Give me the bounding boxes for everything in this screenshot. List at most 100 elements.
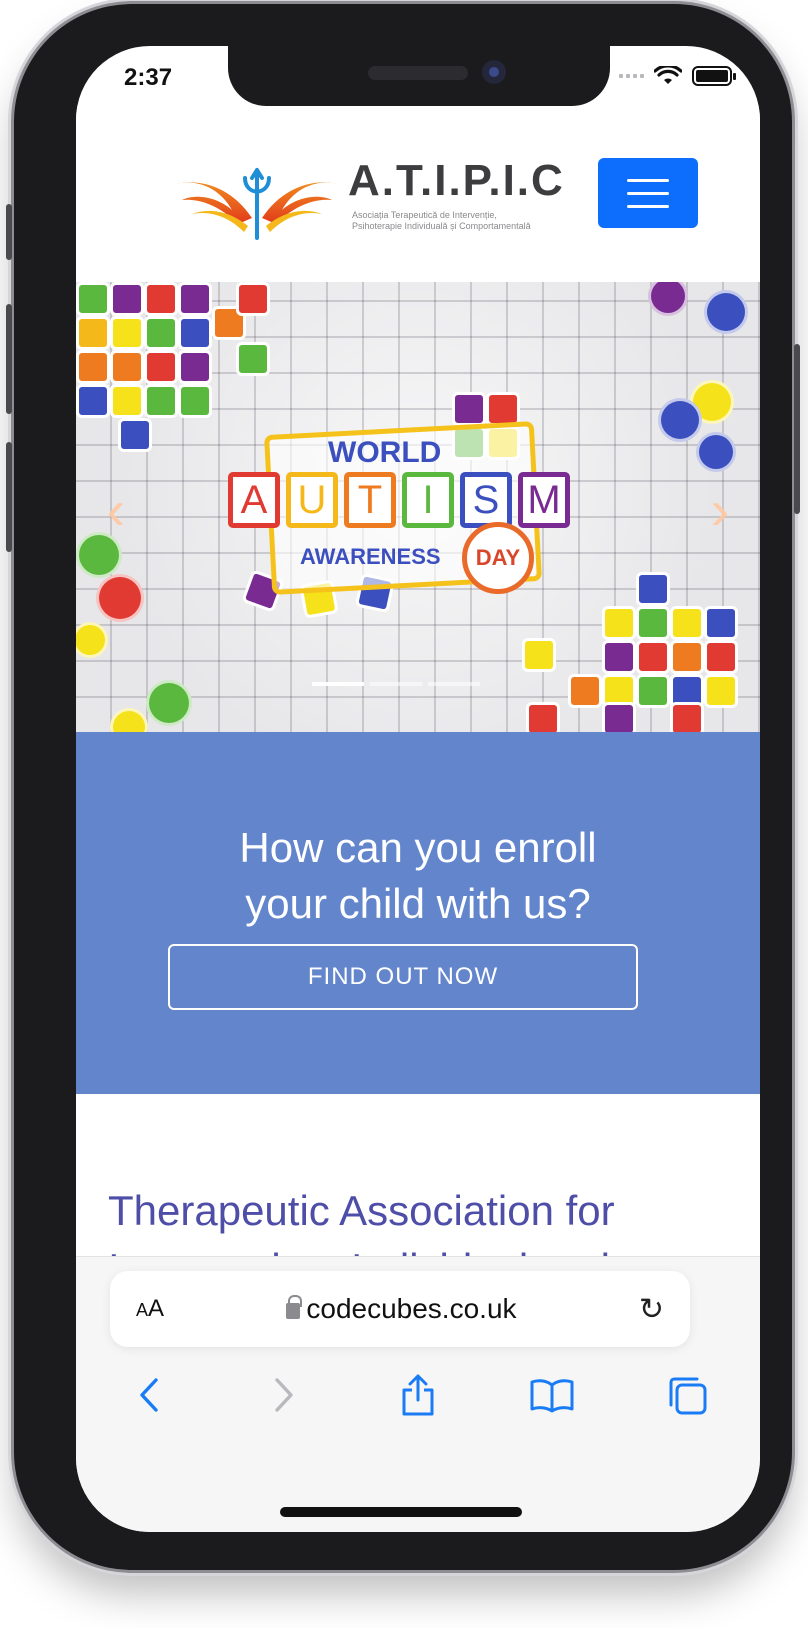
share-button[interactable] [388, 1365, 448, 1425]
puzzle-piece [144, 282, 178, 316]
letter-block: A [228, 472, 280, 528]
chevron-left-icon: ‹ [106, 477, 126, 541]
puzzle-piece [636, 606, 670, 640]
url-text: codecubes.co.uk [306, 1293, 517, 1324]
share-icon [402, 1374, 434, 1416]
puzzle-piece [452, 392, 486, 426]
puzzle-piece [110, 384, 144, 418]
book-icon [530, 1379, 574, 1413]
browser-bottom-bar: AA codecubes.co.uk ↻ [76, 1256, 760, 1532]
hero-carousel: WORLD A U T I S M AWARENESS DAY ‹ › [76, 282, 760, 732]
puzzle-piece [704, 674, 738, 708]
wifi-icon [654, 66, 682, 84]
status-icons [619, 66, 736, 86]
puzzle-piece [178, 384, 212, 418]
volume-down-button [6, 442, 12, 552]
phone-frame: 2:37 A.T.I.P.I.C Asociația Terapeutică d… [6, 4, 800, 1570]
mute-switch [6, 204, 12, 260]
letter-block: I [402, 472, 454, 528]
puzzle-piece [486, 392, 520, 426]
puzzle-piece [636, 674, 670, 708]
puzzle-piece [118, 418, 152, 452]
phoenix-logo-icon [176, 168, 338, 240]
carousel-indicators [312, 682, 480, 686]
puzzle-piece [178, 350, 212, 384]
decorative-button [696, 432, 736, 472]
browser-toolbar [76, 1365, 760, 1425]
logo-title: A.T.I.P.I.C [348, 156, 565, 205]
hero-awareness-text: AWARENESS [300, 544, 441, 569]
back-button[interactable] [119, 1365, 179, 1425]
hamburger-icon-line [627, 204, 669, 208]
puzzle-piece [110, 282, 144, 316]
puzzle-piece [76, 316, 110, 350]
lock-icon [286, 1295, 303, 1319]
puzzle-piece [110, 316, 144, 350]
puzzle-piece [76, 384, 110, 418]
chevron-left-icon [140, 1378, 158, 1412]
carousel-indicator[interactable] [312, 682, 364, 686]
power-button [794, 344, 800, 514]
decorative-button [704, 290, 748, 334]
hero-world-text: WORLD [328, 436, 442, 469]
text-size-small-a: A [136, 1300, 149, 1320]
screen: 2:37 A.T.I.P.I.C Asociația Terapeutică d… [76, 46, 760, 1532]
carousel-indicator[interactable] [428, 682, 480, 686]
puzzle-piece [602, 606, 636, 640]
puzzle-piece [636, 640, 670, 674]
tabs-button[interactable] [657, 1365, 717, 1425]
find-out-now-button[interactable]: FIND OUT NOW [168, 944, 638, 1010]
puzzle-piece [636, 572, 670, 606]
text-size-button[interactable]: AA [136, 1295, 164, 1323]
puzzle-piece [76, 282, 110, 316]
decorative-button [658, 398, 702, 442]
status-time: 2:37 [124, 64, 173, 91]
puzzle-piece [144, 350, 178, 384]
autism-letter-blocks: A U T I S M [228, 472, 570, 528]
front-camera [482, 60, 506, 84]
battery-icon [692, 66, 736, 86]
puzzle-piece [236, 282, 270, 316]
puzzle-piece [602, 702, 636, 732]
carousel-indicator[interactable] [370, 682, 422, 686]
decorative-button [96, 574, 144, 622]
site-header: A.T.I.P.I.C Asociația Terapeutică de Int… [76, 106, 760, 282]
address-bar[interactable]: AA codecubes.co.uk ↻ [110, 1271, 690, 1347]
puzzle-piece [144, 384, 178, 418]
logo-subtitle: Asociația Terapeutică de Intervenție, Ps… [352, 210, 531, 231]
hamburger-menu-button[interactable] [598, 158, 698, 228]
puzzle-piece [568, 674, 602, 708]
forward-button[interactable] [254, 1365, 314, 1425]
hamburger-icon-line [627, 191, 669, 195]
bookmarks-button[interactable] [522, 1365, 582, 1425]
enroll-title-line: your child with us? [245, 880, 591, 927]
puzzle-piece [236, 342, 270, 376]
atipic-logo[interactable]: A.T.I.P.I.C Asociația Terapeutică de Int… [172, 148, 563, 240]
url-display[interactable]: codecubes.co.uk [286, 1293, 517, 1325]
enroll-section: How can you enroll your child with us? F… [76, 732, 760, 1094]
puzzle-piece [602, 640, 636, 674]
carousel-next-button[interactable]: › [700, 478, 740, 541]
chevron-right-icon: › [710, 477, 730, 541]
puzzle-piece [144, 316, 178, 350]
puzzle-piece [178, 282, 212, 316]
letter-block: M [518, 472, 570, 528]
puzzle-piece [76, 350, 110, 384]
volume-up-button [6, 304, 12, 414]
carousel-prev-button[interactable]: ‹ [96, 478, 136, 541]
puzzle-piece [670, 640, 704, 674]
enroll-title: How can you enroll your child with us? [76, 820, 760, 932]
reload-icon[interactable]: ↻ [639, 1292, 664, 1327]
puzzle-piece [704, 640, 738, 674]
puzzle-piece [522, 638, 556, 672]
speaker-grille [368, 66, 468, 80]
cellular-signal-icon [619, 74, 644, 78]
decorative-button [146, 680, 192, 726]
puzzle-piece [178, 316, 212, 350]
hamburger-icon [627, 178, 669, 182]
puzzle-piece [670, 702, 704, 732]
home-indicator[interactable] [280, 1507, 522, 1517]
tabs-icon [669, 1377, 707, 1415]
chevron-right-icon [274, 1378, 293, 1412]
puzzle-piece [526, 702, 560, 732]
